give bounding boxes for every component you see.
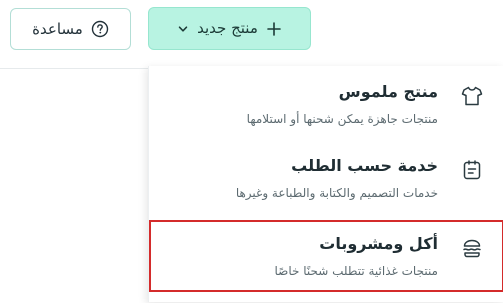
- chevron-down-icon: [177, 23, 189, 35]
- menu-item-description: خدمات التصميم والكتابة والطباعة وغيرها: [235, 186, 438, 200]
- top-toolbar: مساعدة منتج جديد: [0, 0, 503, 68]
- background-panel: [0, 68, 148, 303]
- menu-item-title: منتج ملموس: [338, 82, 438, 101]
- tshirt-icon: [460, 84, 484, 108]
- question-circle-icon: [91, 20, 109, 38]
- menu-item-food-and-drinks[interactable]: أكل ومشروبات منتجات غذائية تتطلب شحنًا خ…: [149, 220, 503, 292]
- menu-item-description: منتجات غذائية تتطلب شحنًا خاصًا: [274, 264, 439, 278]
- new-product-button[interactable]: منتج جديد: [148, 7, 311, 50]
- menu-item-custom-service[interactable]: خدمة حسب الطلب خدمات التصميم والكتابة وا…: [149, 142, 503, 214]
- clipboard-icon: [460, 158, 484, 182]
- help-button-label: مساعدة: [32, 19, 83, 38]
- burger-icon: [460, 236, 484, 260]
- new-product-dropdown-menu: منتج ملموس منتجات جاهزة يمكن شحنها أو اس…: [148, 66, 503, 302]
- menu-item-description: منتجات جاهزة يمكن شحنها أو استلامها: [246, 112, 438, 126]
- menu-item-title: خدمة حسب الطلب: [291, 156, 438, 175]
- plus-icon: [266, 21, 282, 37]
- menu-item-physical-product[interactable]: منتج ملموس منتجات جاهزة يمكن شحنها أو اس…: [149, 68, 503, 140]
- new-product-button-label: منتج جديد: [197, 19, 258, 37]
- menu-item-title: أكل ومشروبات: [319, 234, 438, 253]
- help-button[interactable]: مساعدة: [10, 8, 131, 50]
